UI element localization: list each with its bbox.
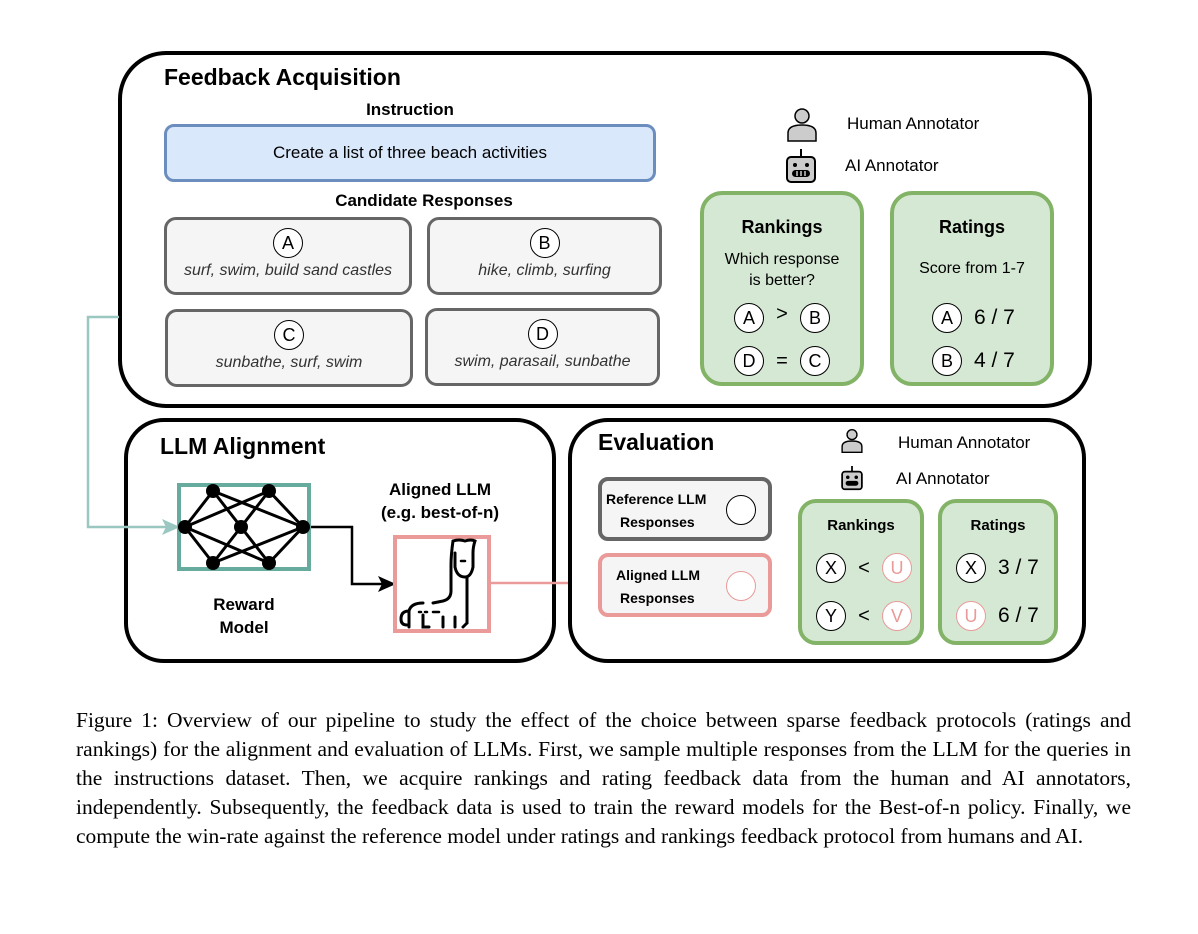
response-badge: B bbox=[529, 228, 560, 258]
rankings-box: Rankings Which response is better? A > B… bbox=[700, 191, 864, 386]
model-badge: U bbox=[956, 601, 986, 631]
ranking-row: D = C bbox=[734, 346, 830, 376]
ranking-row: Y < V bbox=[816, 601, 912, 631]
rating-score: 6 / 7 bbox=[974, 306, 1015, 329]
model-badge: U bbox=[882, 553, 912, 583]
model-badge: X bbox=[956, 553, 986, 583]
ratings-title: Ratings bbox=[938, 217, 1005, 237]
human-annotator-icon bbox=[787, 108, 817, 142]
response-badge: B bbox=[800, 303, 830, 333]
response-badge: B bbox=[932, 346, 962, 376]
aligned-llm-label-line1: Aligned LLM bbox=[389, 480, 491, 499]
figure-caption: Figure 1: Overview of our pipeline to st… bbox=[76, 708, 1131, 848]
reward-model-network-icon bbox=[177, 483, 311, 571]
rankings-question-line1: Which response bbox=[724, 251, 840, 268]
aligned-llm-label-line2: Responses bbox=[620, 590, 695, 606]
model-badge: V bbox=[882, 601, 912, 631]
response-text: hike, climb, surfing bbox=[478, 262, 611, 279]
aligned-llm-label-line1: Aligned LLM bbox=[616, 567, 700, 583]
reference-llm-responses-box: Reference LLM Responses bbox=[598, 477, 772, 541]
rating-score: 4 / 7 bbox=[974, 349, 1015, 372]
rating-score: 6 / 7 bbox=[998, 604, 1039, 627]
ai-annotator-label: AI Annotator bbox=[896, 469, 990, 488]
response-badge: A bbox=[734, 303, 764, 333]
response-badge: A bbox=[932, 303, 962, 333]
human-annotator-icon bbox=[841, 429, 863, 453]
rankings-question-line2: is better? bbox=[749, 272, 815, 289]
instruction-box: Create a list of three beach activities bbox=[164, 124, 656, 182]
eval-rankings-title: Rankings bbox=[827, 517, 895, 534]
response-text: sunbathe, surf, swim bbox=[215, 354, 363, 371]
rating-score: 3 / 7 bbox=[998, 556, 1039, 579]
response-text: surf, swim, build sand castles bbox=[183, 262, 393, 279]
reward-model-label-line1: Reward bbox=[213, 595, 275, 614]
response-card-c: C sunbathe, surf, swim bbox=[165, 309, 413, 387]
rating-row: A 6 / 7 bbox=[932, 303, 1015, 333]
comparison-operator: < bbox=[858, 556, 870, 579]
reference-llm-label-line2: Responses bbox=[620, 514, 695, 530]
rankings-title: Rankings bbox=[741, 217, 823, 237]
eval-ratings-box: Ratings X 3 / 7 U 6 / 7 bbox=[938, 499, 1058, 645]
ratings-subtitle: Score from 1-7 bbox=[919, 260, 1025, 277]
response-badge: A bbox=[273, 228, 303, 258]
response-badge: C bbox=[800, 346, 830, 376]
ratings-box: Ratings Score from 1-7 A 6 / 7 B 4 / 7 bbox=[890, 191, 1054, 386]
response-card-b: B hike, climb, surfing bbox=[427, 217, 662, 295]
model-badge: X bbox=[816, 553, 846, 583]
response-text: swim, parasail, sunbathe bbox=[454, 353, 631, 370]
ai-annotator-label: AI Annotator bbox=[845, 156, 939, 175]
model-badge: Y bbox=[816, 601, 846, 631]
ai-annotator-icon bbox=[841, 466, 863, 491]
response-card-d: D swim, parasail, sunbathe bbox=[425, 308, 660, 386]
ai-annotator-icon bbox=[786, 149, 816, 183]
eval-ratings-title: Ratings bbox=[970, 517, 1026, 534]
comparison-operator: > bbox=[776, 302, 788, 325]
reference-response-circle bbox=[726, 495, 756, 525]
instruction-label: Instruction bbox=[366, 100, 454, 119]
aligned-response-circle bbox=[726, 571, 756, 601]
reference-llm-label-line1: Reference LLM bbox=[606, 491, 707, 507]
human-annotator-label: Human Annotator bbox=[847, 114, 980, 133]
comparison-operator: < bbox=[858, 604, 870, 627]
rating-row: X 3 / 7 bbox=[956, 553, 1039, 583]
ranking-row: X < U bbox=[816, 553, 912, 583]
response-badge: D bbox=[527, 319, 558, 349]
llama-icon bbox=[393, 535, 491, 633]
rating-row: U 6 / 7 bbox=[956, 601, 1039, 631]
reward-model-label-line2: Model bbox=[219, 618, 269, 637]
llm-alignment-title: LLM Alignment bbox=[160, 433, 326, 459]
ranking-row: A > B bbox=[734, 303, 830, 333]
response-card-a: A surf, swim, build sand castles bbox=[164, 217, 412, 295]
evaluation-title: Evaluation bbox=[598, 429, 715, 455]
response-badge: D bbox=[734, 346, 764, 376]
comparison-operator: = bbox=[776, 349, 788, 372]
candidate-responses-label: Candidate Responses bbox=[335, 191, 513, 210]
human-annotator-label: Human Annotator bbox=[898, 433, 1031, 452]
aligned-llm-responses-box: Aligned LLM Responses bbox=[598, 553, 772, 617]
eval-rankings-box: Rankings X < U Y < V bbox=[798, 499, 924, 645]
aligned-llm-label-line2: (e.g. best-of-n) bbox=[380, 503, 500, 522]
rating-row: B 4 / 7 bbox=[932, 346, 1015, 376]
feedback-acquisition-title: Feedback Acquisition bbox=[164, 64, 401, 90]
response-badge: C bbox=[274, 320, 304, 350]
instruction-text: Create a list of three beach activities bbox=[272, 143, 548, 162]
